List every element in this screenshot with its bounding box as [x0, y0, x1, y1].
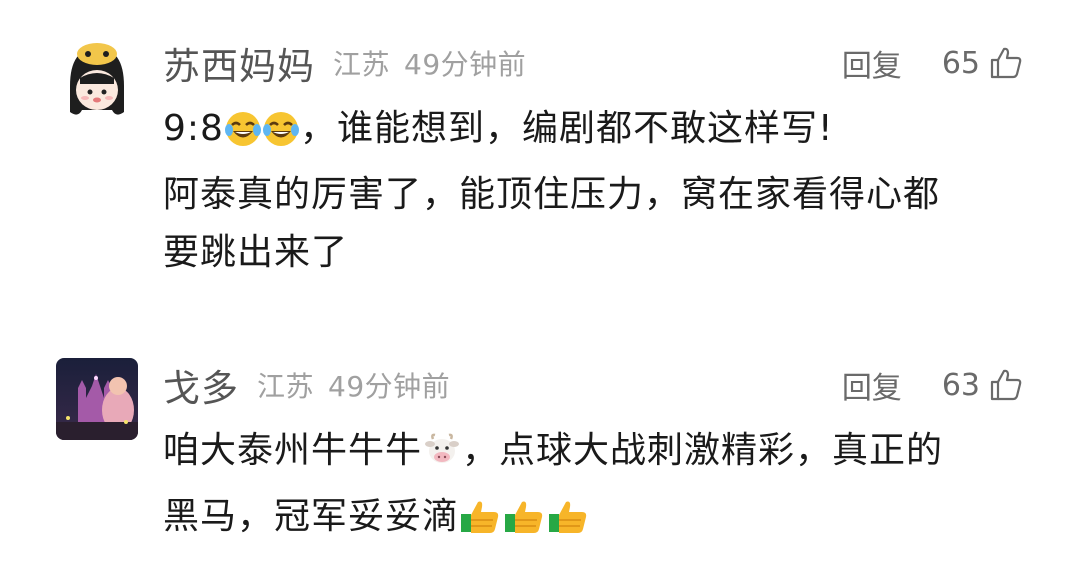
- timestamp: 49分钟前: [328, 370, 451, 403]
- thumbs-up-icon[interactable]: [988, 367, 1024, 403]
- comment-actions: 回复 63: [842, 362, 1024, 408]
- reply-button[interactable]: 回复: [842, 363, 902, 407]
- comment-line: 咱大泰州牛牛牛 ，点球大战刺激精彩，真正的: [163, 422, 1033, 488]
- reply-button[interactable]: 回复: [842, 41, 902, 85]
- comment-line: 要跳出来了: [163, 232, 349, 273]
- location: 江苏: [257, 370, 315, 403]
- username[interactable]: 戈多: [163, 358, 239, 412]
- comment-line: 9:8 ，谁能想到，编剧都不敢这样写!: [163, 100, 1033, 166]
- cow-emoji: [422, 430, 462, 488]
- comment-text: 9:8 ，谁能想到，编剧都不敢这样写! 阿泰真的厉害了，能顶住压力，窝在家看得心…: [163, 100, 1033, 282]
- comment-line: 阿泰真的厉害了，能顶住压力，窝在家看得心都: [163, 174, 941, 215]
- comment-header: 苏西妈妈 江苏 49分钟前: [163, 40, 527, 88]
- laughing-tears-emoji: [224, 108, 262, 166]
- thumbs-up-icon[interactable]: [988, 45, 1024, 81]
- thumbs-up-emoji: [503, 496, 547, 554]
- username[interactable]: 苏西妈妈: [163, 36, 315, 90]
- comment-text: 咱大泰州牛牛牛 ，点球大战刺激精彩，真正的 黑马，冠军妥妥滴: [163, 422, 1033, 554]
- comment-header: 戈多 江苏 49分钟前: [163, 362, 451, 410]
- like-count: 65: [941, 45, 980, 81]
- comment-line: 黑马，冠军妥妥滴: [163, 488, 1033, 554]
- like-count: 63: [941, 367, 980, 403]
- timestamp: 49分钟前: [404, 48, 527, 81]
- thumbs-up-emoji: [459, 496, 503, 554]
- thumbs-up-emoji: [547, 496, 591, 554]
- avatar[interactable]: [56, 358, 138, 440]
- laughing-tears-emoji: [262, 108, 300, 166]
- comment-actions: 回复 65: [842, 40, 1024, 86]
- avatar[interactable]: [56, 40, 138, 122]
- location: 江苏: [333, 48, 391, 81]
